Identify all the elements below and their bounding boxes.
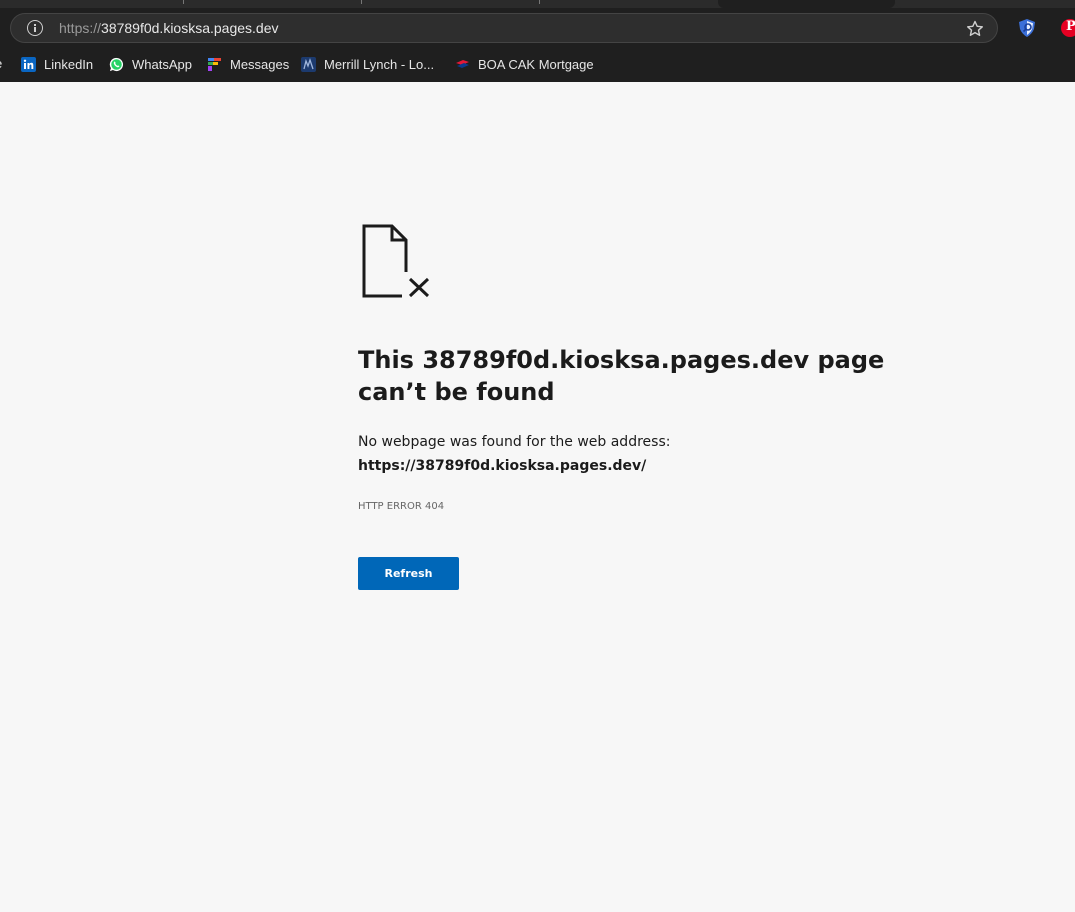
tab-separator <box>539 0 540 4</box>
bookmark-boa-cak-mortgage[interactable]: BOA CAK Mortgage <box>455 56 594 72</box>
bookmark-label: LinkedIn <box>44 56 94 72</box>
error-code: HTTP ERROR 404 <box>358 501 445 512</box>
pinterest-extension-icon[interactable]: P <box>1061 19 1075 37</box>
bookmark-whatsapp[interactable]: WhatsApp <box>109 56 192 72</box>
bookmark-merrill-lynch[interactable]: Merrill Lynch - Lo... <box>301 56 434 72</box>
bookmark-messages[interactable]: Messages <box>207 56 289 72</box>
tab[interactable] <box>895 0 1075 8</box>
site-info-icon[interactable] <box>27 20 43 36</box>
tab-separator <box>183 0 184 4</box>
bookmark-label: WhatsApp <box>132 56 192 72</box>
page-not-found-icon <box>362 224 430 298</box>
refresh-button[interactable]: Refresh <box>358 557 459 590</box>
active-tab[interactable] <box>718 0 895 8</box>
tab-strip <box>0 0 1075 8</box>
address-bar[interactable]: https://38789f0d.kiosksa.pages.dev <box>10 13 998 43</box>
shield-extension-icon[interactable] <box>1017 18 1037 38</box>
error-description: No webpage was found for the web address… <box>358 434 671 450</box>
whatsapp-icon <box>109 57 124 72</box>
error-url: https://38789f0d.kiosksa.pages.dev/ <box>358 458 647 474</box>
address-text[interactable]: https://38789f0d.kiosksa.pages.dev <box>59 20 279 36</box>
merrill-lynch-icon <box>301 56 316 72</box>
star-icon[interactable] <box>965 19 985 39</box>
linkedin-icon <box>21 56 36 72</box>
bookmarks-bar: e LinkedIn WhatsApp Messages Merrill Lyn… <box>0 52 1075 76</box>
messages-icon <box>207 57 222 72</box>
bookmark-label: Messages <box>230 56 290 72</box>
bookmark-label: BOA CAK Mortgage <box>478 56 594 72</box>
url-host: 38789f0d.kiosksa.pages.dev <box>101 20 279 36</box>
bank-of-america-icon <box>455 57 470 72</box>
bookmark-partial[interactable]: e <box>0 56 2 71</box>
tab-separator <box>361 0 362 4</box>
bookmark-linkedin[interactable]: LinkedIn <box>21 56 93 72</box>
error-title: This 38789f0d.kiosksa.pages.dev page can… <box>358 346 885 406</box>
bookmark-label: Merrill Lynch - Lo... <box>324 56 435 72</box>
browser-chrome: https://38789f0d.kiosksa.pages.dev P e L… <box>0 0 1075 82</box>
url-scheme: https:// <box>59 20 102 36</box>
